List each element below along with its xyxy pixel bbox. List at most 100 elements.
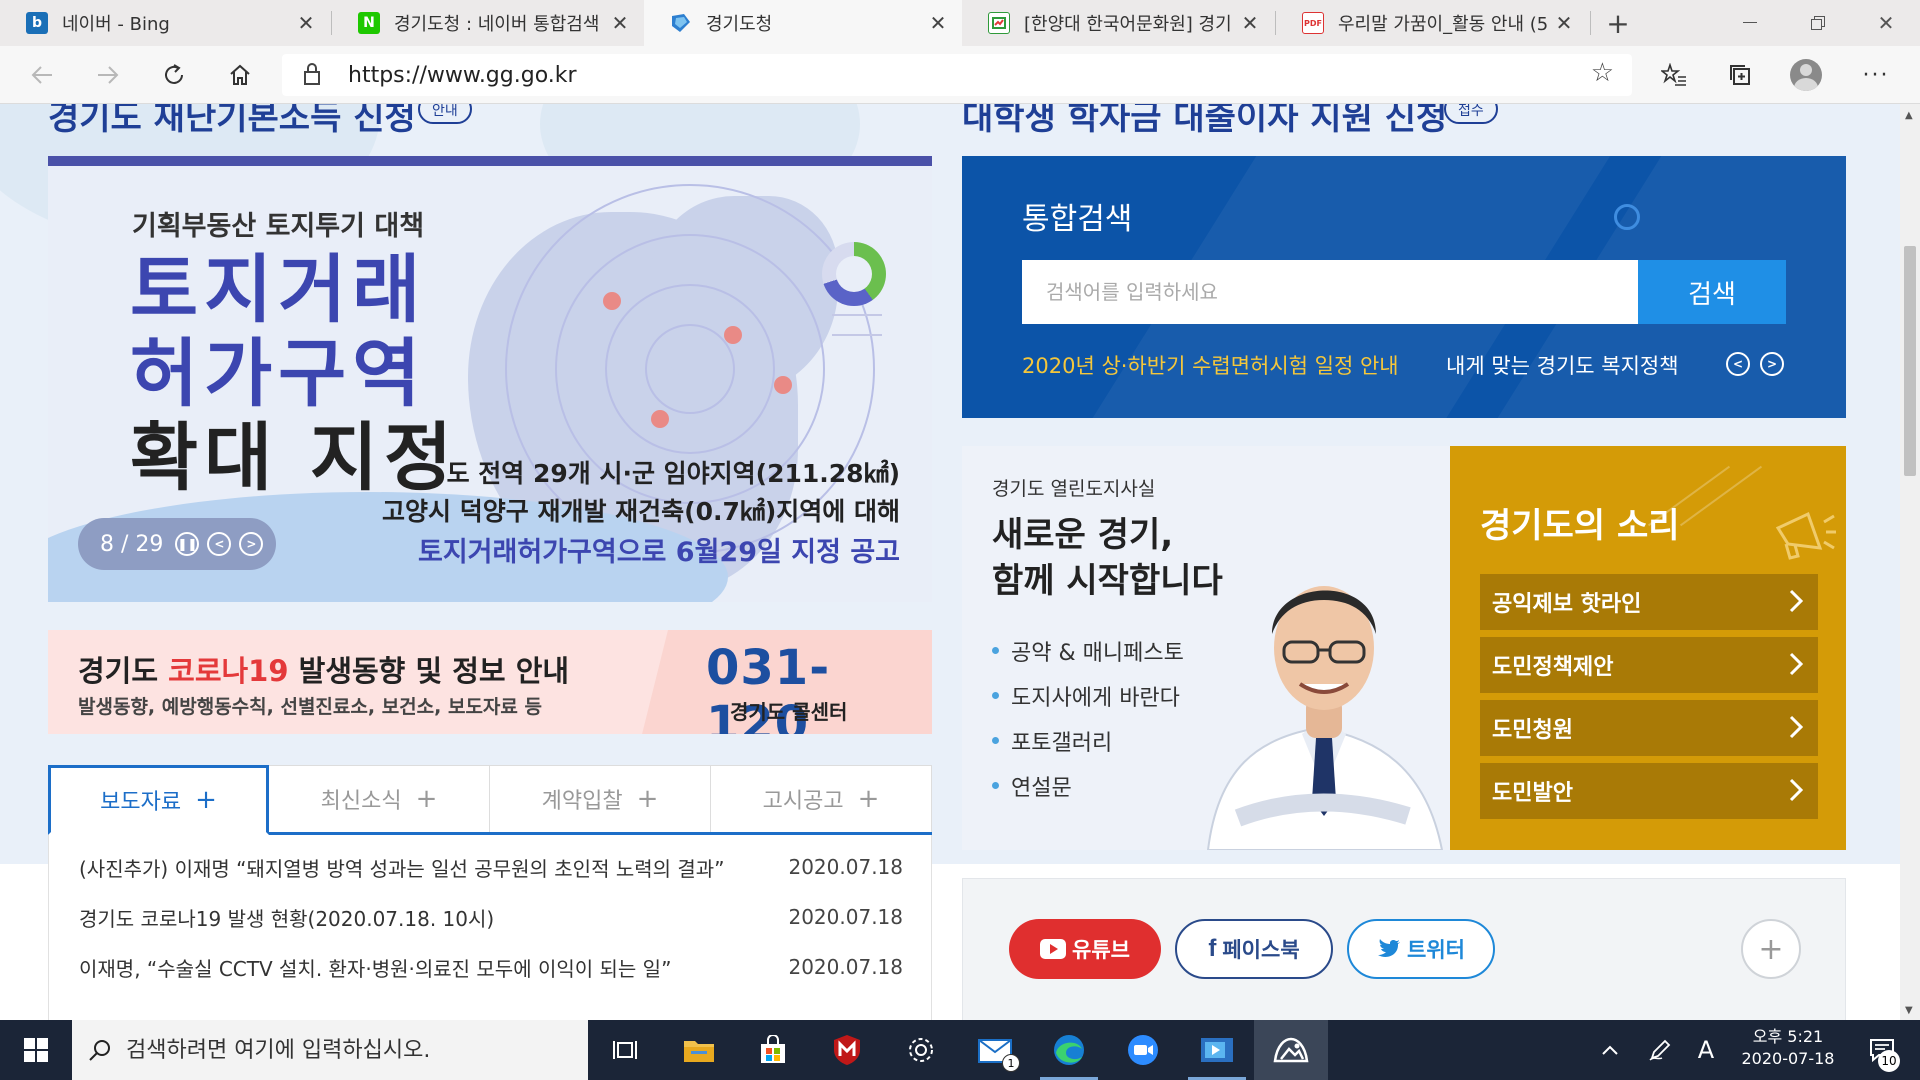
taskbar-mail[interactable]: 1 xyxy=(958,1020,1032,1080)
close-window-button[interactable]: ✕ xyxy=(1852,0,1920,46)
banner-detail-line1: 도 전역 29개 시·군 임야지역(211.28㎢) xyxy=(446,459,900,488)
voice-link-petition[interactable]: 도민청원 xyxy=(1480,700,1818,756)
news-item[interactable]: 경기도 코로나19 발생 현황(2020.07.18. 10시) 2020.07… xyxy=(79,897,903,937)
plus-icon: + xyxy=(857,784,880,814)
governor-link-manifesto[interactable]: 공약 & 매니페스토 xyxy=(992,628,1184,673)
scrollbar-thumb[interactable] xyxy=(1904,246,1916,476)
close-tab-icon[interactable]: ✕ xyxy=(1238,11,1262,35)
banner-headline-line1: 토지거래 xyxy=(130,247,427,333)
system-clock[interactable]: 오후 5:21 2020-07-18 xyxy=(1728,1026,1848,1070)
governor-link-requests[interactable]: 도지사에게 바란다 xyxy=(992,673,1184,718)
governor-link-photos[interactable]: 포토갤러리 xyxy=(992,718,1184,763)
cut-off-heading-left[interactable]: 경기도 재난기본소득 신청 xyxy=(48,104,416,139)
chevron-up-icon xyxy=(1602,1045,1618,1055)
search-button[interactable]: 검색 xyxy=(1638,260,1786,324)
tab-notices[interactable]: 고시공고 + xyxy=(711,765,932,832)
search-featured-link-2[interactable]: 내게 맞는 경기도 복지정책 xyxy=(1446,350,1679,380)
voice-link-whistleblower[interactable]: 공익제보 핫라인 xyxy=(1480,574,1818,630)
close-tab-icon[interactable]: ✕ xyxy=(608,11,632,35)
banner-subtitle: 기획부동산 토지투기 대책 xyxy=(132,211,425,242)
taskbar-settings[interactable] xyxy=(884,1020,958,1080)
profile-button[interactable] xyxy=(1786,55,1826,95)
taskbar-file-explorer[interactable] xyxy=(662,1020,736,1080)
main-banner[interactable]: 기획부동산 토지투기 대책 토지거래 허가구역 확대 지정 도 전역 29개 시… xyxy=(48,156,932,602)
taskbar-search-input[interactable] xyxy=(126,1037,566,1063)
scroll-down-icon[interactable]: ▼ xyxy=(1905,1005,1913,1016)
taskbar-zoom[interactable] xyxy=(1106,1020,1180,1080)
tab-press-release[interactable]: 보도자료 + xyxy=(48,765,269,835)
more-social-button[interactable]: + xyxy=(1741,919,1801,979)
banner-detail-line2: 고양시 덕양구 재개발 재건축(0.7㎢)지역에 대해 xyxy=(382,497,900,526)
restore-button[interactable] xyxy=(1784,0,1852,46)
pen-workspace-button[interactable] xyxy=(1640,1020,1680,1080)
youtube-icon xyxy=(1040,939,1067,959)
close-tab-icon[interactable]: ✕ xyxy=(1552,11,1576,35)
search-featured-link-1[interactable]: 2020년 상·하반기 수렵면허시험 일정 안내 xyxy=(1022,350,1399,380)
taskbar-media-player[interactable] xyxy=(1180,1020,1254,1080)
input-method-indicator[interactable]: A xyxy=(1686,1020,1726,1080)
search-icon xyxy=(89,1040,110,1061)
search-title: 통합검색 xyxy=(1022,202,1133,237)
tab-bids[interactable]: 계약입찰 + xyxy=(490,765,711,832)
back-button[interactable] xyxy=(22,55,62,95)
task-view-button[interactable] xyxy=(588,1020,662,1080)
show-hidden-icons-button[interactable] xyxy=(1590,1020,1630,1080)
page-scrollbar[interactable]: ▲ ▼ xyxy=(1900,104,1920,1020)
browser-tab-naver[interactable]: N 경기도청 : 네이버 통합검색 ✕ xyxy=(332,0,644,46)
minimize-button[interactable] xyxy=(1716,0,1784,46)
new-tab-button[interactable]: + xyxy=(1598,0,1638,46)
refresh-button[interactable] xyxy=(154,55,194,95)
governor-title: 새로운 경기, 함께 시작합니다 xyxy=(992,512,1223,604)
governor-link-speeches[interactable]: 연설문 xyxy=(992,763,1184,808)
settings-menu-button[interactable]: ··· xyxy=(1856,55,1896,95)
taskbar-store[interactable] xyxy=(736,1020,810,1080)
cut-off-heading-right[interactable]: 대학생 학자금 대출이자 지원 신청 xyxy=(962,104,1447,139)
browser-tab-pdf[interactable]: PDF 우리말 가꿈이_활동 안내 (5 ✕ xyxy=(1276,0,1588,46)
tab-label: 계약입찰 xyxy=(541,789,623,814)
facebook-button[interactable]: f 페이스북 xyxy=(1175,919,1333,979)
radar-ring xyxy=(645,324,735,414)
tab-latest-news[interactable]: 최신소식 + xyxy=(269,765,490,832)
cut-off-pill-right[interactable]: 접수 xyxy=(1444,104,1498,124)
voice-link-policy-proposal[interactable]: 도민정책제안 xyxy=(1480,637,1818,693)
browser-tab-hanyang[interactable]: [한양대 한국어문화원] 경기 ✕ xyxy=(962,0,1274,46)
favorite-star-icon[interactable]: ☆ xyxy=(1591,58,1614,88)
covid-title-highlight: 코로나19 xyxy=(168,654,289,688)
covid-title: 경기도 코로나19 발생동향 및 정보 안내 xyxy=(78,648,569,690)
close-tab-icon[interactable]: ✕ xyxy=(294,11,318,35)
prev-link-icon[interactable]: < xyxy=(1726,352,1750,376)
taskbar-photos[interactable] xyxy=(1254,1020,1328,1080)
twitter-button[interactable]: 트위터 xyxy=(1347,919,1495,979)
taskbar-edge[interactable] xyxy=(1032,1020,1106,1080)
prev-slide-icon[interactable]: < xyxy=(207,532,232,556)
cut-off-pill-left[interactable]: 안내 xyxy=(418,104,472,124)
bing-icon: b xyxy=(26,12,48,34)
browser-tab-gg[interactable]: 경기도청 ✕ xyxy=(644,0,962,46)
covid-info-banner[interactable]: 경기도 코로나19 발생동향 및 정보 안내 발생동향, 예방행동수칙, 선별진… xyxy=(48,630,932,734)
taskbar-search-box[interactable] xyxy=(72,1020,588,1080)
taskbar-mcafee[interactable] xyxy=(810,1020,884,1080)
youtube-button[interactable]: 유튜브 xyxy=(1009,919,1161,979)
voice-link-initiative[interactable]: 도민발안 xyxy=(1480,763,1818,819)
chevron-right-icon xyxy=(1789,589,1804,613)
covid-subtitle: 발생동향, 예방행동수칙, 선별진료소, 보건소, 보도자료 등 xyxy=(78,696,542,718)
slider-controls: 8 / 29 ❚❚ < > xyxy=(78,518,276,570)
start-button[interactable] xyxy=(0,1020,72,1080)
banner-headline-line2: 허가구역 xyxy=(130,331,427,417)
news-item[interactable]: (사진추가) 이재명 “돼지열병 방역 성과는 일선 공무원의 초인적 노력의 … xyxy=(79,847,903,887)
pause-icon[interactable]: ❚❚ xyxy=(175,532,200,556)
news-item[interactable]: 이재명, “수술실 CCTV 설치. 환자·병원·의료진 모두에 이익이 되는 … xyxy=(79,947,903,987)
scroll-up-icon[interactable]: ▲ xyxy=(1905,110,1913,121)
collections-button[interactable] xyxy=(1720,55,1760,95)
close-tab-icon[interactable]: ✕ xyxy=(926,11,950,35)
home-button[interactable] xyxy=(220,55,260,95)
next-link-icon[interactable]: > xyxy=(1760,352,1784,376)
favorites-button[interactable] xyxy=(1654,55,1694,95)
browser-tab-bing[interactable]: b 네이버 - Bing ✕ xyxy=(0,0,330,46)
banner-top-bar xyxy=(48,156,932,166)
action-center-button[interactable] xyxy=(1852,1020,1912,1080)
address-bar[interactable]: https://www.gg.go.kr ☆ xyxy=(282,54,1632,96)
search-input[interactable] xyxy=(1022,260,1638,324)
forward-button[interactable] xyxy=(88,55,128,95)
next-slide-icon[interactable]: > xyxy=(239,532,264,556)
